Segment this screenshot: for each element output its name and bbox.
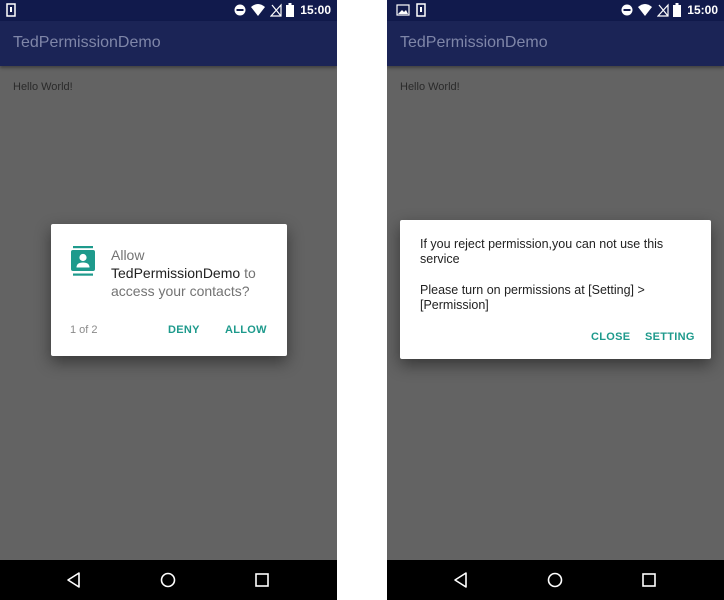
app-title: TedPermissionDemo <box>400 34 548 51</box>
permission-app-name: TedPermissionDemo <box>111 265 241 281</box>
wifi-icon <box>251 4 265 16</box>
recents-icon[interactable] <box>253 571 271 589</box>
navigation-bar <box>0 560 337 600</box>
navigation-bar <box>387 560 724 600</box>
sim-icon <box>6 3 16 17</box>
app-bar: TedPermissionDemo <box>387 21 724 66</box>
setting-button[interactable]: SETTING <box>645 331 695 343</box>
permission-message: Allow TedPermissionDemo to access your c… <box>111 246 281 300</box>
battery-icon <box>673 3 681 17</box>
status-bar: 15:00 <box>387 0 724 21</box>
clock: 15:00 <box>300 3 331 17</box>
do-not-disturb-icon <box>621 4 633 16</box>
image-icon <box>396 4 410 16</box>
back-icon[interactable] <box>65 571 83 589</box>
clock: 15:00 <box>687 3 718 17</box>
home-icon[interactable] <box>159 571 177 589</box>
close-button[interactable]: CLOSE <box>591 331 630 343</box>
hello-text: Hello World! <box>13 81 73 93</box>
sim-icon <box>416 3 426 17</box>
permission-counter: 1 of 2 <box>70 324 98 336</box>
app-title: TedPermissionDemo <box>13 34 161 51</box>
permission-denied-dialog: If you reject permission,you can not use… <box>400 220 711 359</box>
recents-icon[interactable] <box>640 571 658 589</box>
contacts-icon <box>71 246 95 276</box>
allow-button[interactable]: ALLOW <box>225 324 267 336</box>
do-not-disturb-icon <box>234 4 246 16</box>
back-icon[interactable] <box>452 571 470 589</box>
denied-message: If you reject permission,you can not use… <box>420 237 664 266</box>
battery-icon <box>286 3 294 17</box>
deny-button[interactable]: DENY <box>168 324 200 336</box>
hello-text: Hello World! <box>400 81 460 93</box>
status-bar: 15:00 <box>0 0 337 21</box>
app-bar: TedPermissionDemo <box>0 21 337 66</box>
no-signal-icon <box>657 3 669 17</box>
wifi-icon <box>638 4 652 16</box>
phone-screen-right: 15:00 TedPermissionDemo Hello World! If … <box>387 0 724 600</box>
home-icon[interactable] <box>546 571 564 589</box>
settings-instruction: Please turn on permissions at [Setting] … <box>420 283 645 312</box>
phone-screen-left: 15:00 TedPermissionDemo Hello World! All… <box>0 0 337 600</box>
no-signal-icon <box>270 3 282 17</box>
permission-prefix: Allow <box>111 247 145 263</box>
permission-dialog: Allow TedPermissionDemo to access your c… <box>51 224 287 356</box>
